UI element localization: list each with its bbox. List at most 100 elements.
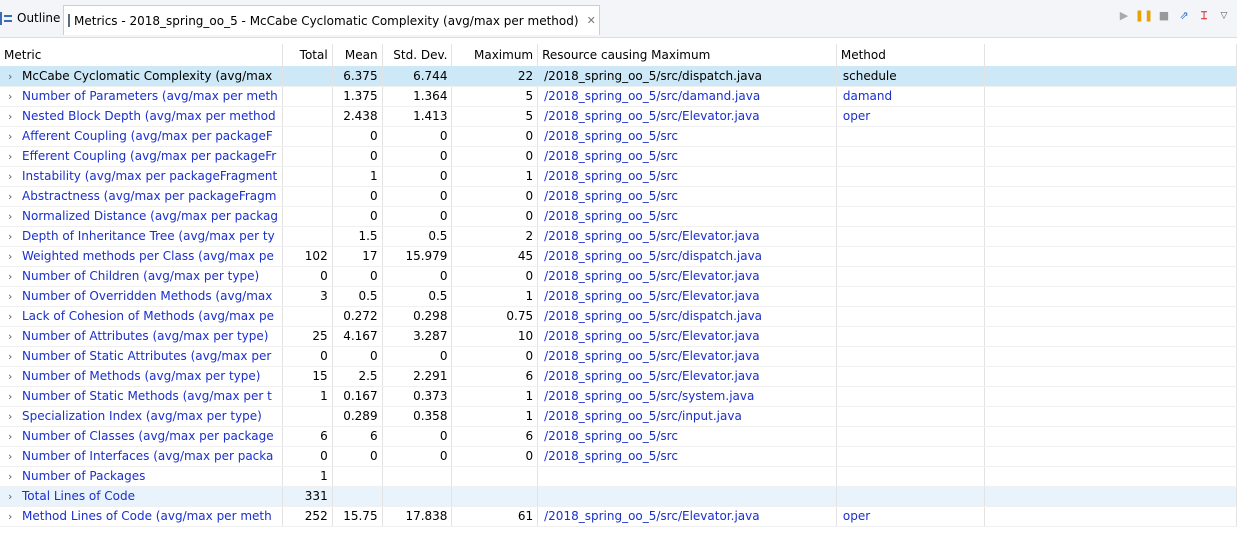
table-row[interactable]: › Number of Classes (avg/max per package 6… [0, 426, 1237, 447]
total-cell: 0 [282, 346, 333, 367]
chevron-right-icon[interactable]: › [8, 230, 22, 243]
close-icon[interactable]: ✕ [587, 14, 596, 27]
metric-cell: › Normalized Distance (avg/max per packag [0, 206, 283, 227]
chevron-right-icon[interactable]: › [8, 470, 22, 483]
tab-outline-label: Outline [17, 11, 61, 25]
maximum-cell: 2 [451, 226, 539, 247]
view-menu-icon[interactable]: ▽ [1217, 9, 1231, 23]
table-row[interactable]: › Number of Static Attributes (avg/max pe… [0, 346, 1237, 367]
chevron-right-icon[interactable]: › [8, 430, 22, 443]
filler-cell [984, 286, 1237, 307]
table-row[interactable]: › Number of Packages 1 [0, 466, 1237, 487]
chevron-right-icon[interactable]: › [8, 150, 22, 163]
resource-cell: /2018_spring_oo_5/src/dispatch.java [537, 306, 837, 327]
table-row[interactable]: › Instability (avg/max per packageFragmen… [0, 166, 1237, 187]
chevron-right-icon[interactable]: › [8, 330, 22, 343]
chevron-right-icon[interactable]: › [8, 130, 22, 143]
metrics-table: Metric Total Mean Std. Dev. Maximum Reso… [0, 44, 1237, 527]
export-icon[interactable]: ⇗ [1177, 9, 1191, 23]
chevron-right-icon[interactable]: › [8, 70, 22, 83]
chevron-right-icon[interactable]: › [8, 510, 22, 523]
column-header-std-dev[interactable]: Std. Dev. [382, 44, 453, 66]
table-row[interactable]: › McCabe Cyclomatic Complexity (avg/max 6.… [0, 66, 1237, 87]
table-row[interactable]: › Number of Overridden Methods (avg/max 3 0… [0, 286, 1237, 307]
mean-cell: 1.375 [332, 86, 383, 107]
std-dev-cell: 0 [382, 426, 453, 447]
table-row[interactable]: › Number of Static Methods (avg/max per t… [0, 386, 1237, 407]
resume-icon[interactable]: ▶ [1117, 9, 1131, 23]
resource-cell: /2018_spring_oo_5/src/Elevator.java [537, 366, 837, 387]
metric-label: Specialization Index (avg/max per type) [22, 409, 262, 423]
resource-cell: /2018_spring_oo_5/src [537, 446, 837, 467]
chevron-right-icon[interactable]: › [8, 310, 22, 323]
table-row[interactable]: › Afferent Coupling (avg/max per packageF… [0, 126, 1237, 147]
table-row[interactable]: › Depth of Inheritance Tree (avg/max per … [0, 226, 1237, 247]
table-row[interactable]: › Number of Attributes (avg/max per type)… [0, 326, 1237, 347]
chevron-right-icon[interactable]: › [8, 170, 22, 183]
chevron-right-icon[interactable]: › [8, 250, 22, 263]
chevron-right-icon[interactable]: › [8, 270, 22, 283]
metric-cell: › Depth of Inheritance Tree (avg/max per … [0, 226, 283, 247]
metric-cell: › Number of Static Attributes (avg/max pe… [0, 346, 283, 367]
table-row[interactable]: › Normalized Distance (avg/max per packag… [0, 206, 1237, 227]
filler-cell [984, 106, 1237, 127]
table-row[interactable]: › Efferent Coupling (avg/max per packageF… [0, 146, 1237, 167]
maximum-cell: 5 [451, 106, 539, 127]
filler-cell [984, 346, 1237, 367]
std-dev-cell: 0.5 [382, 226, 453, 247]
total-cell [282, 106, 333, 127]
total-cell [282, 186, 333, 207]
table-row[interactable]: › Number of Children (avg/max per type) 0 0… [0, 266, 1237, 287]
pause-icon[interactable]: ❚❚ [1135, 9, 1153, 23]
view-tab-bar: Outline Metrics - 2018_spring_oo_5 - McC… [0, 0, 1237, 38]
chevron-right-icon[interactable]: › [8, 390, 22, 403]
table-header: Metric Total Mean Std. Dev. Maximum Reso… [0, 44, 1237, 66]
chevron-right-icon[interactable]: › [8, 370, 22, 383]
method-cell [836, 266, 986, 287]
table-row[interactable]: › Number of Parameters (avg/max per meth 1… [0, 86, 1237, 107]
table-row[interactable]: › Weighted methods per Class (avg/max pe 1… [0, 246, 1237, 267]
column-header-mean[interactable]: Mean [332, 44, 383, 66]
column-header-total[interactable]: Total [282, 44, 333, 66]
stop-icon[interactable]: ■ [1157, 9, 1171, 23]
chevron-right-icon[interactable]: › [8, 410, 22, 423]
chevron-right-icon[interactable]: › [8, 190, 22, 203]
table-row[interactable]: › Method Lines of Code (avg/max per meth 2… [0, 506, 1237, 527]
table-row[interactable]: › Specialization Index (avg/max per type)… [0, 406, 1237, 427]
method-cell [836, 426, 986, 447]
layout-icon[interactable]: ⌶ [1197, 9, 1211, 23]
column-header-metric[interactable]: Metric [0, 44, 283, 66]
column-header-resource[interactable]: Resource causing Maximum [537, 44, 837, 66]
tab-outline[interactable]: Outline [0, 5, 66, 31]
filler-cell [984, 446, 1237, 467]
chevron-right-icon[interactable]: › [8, 110, 22, 123]
total-cell [282, 406, 333, 427]
chevron-right-icon[interactable]: › [8, 350, 22, 363]
table-row[interactable]: › Total Lines of Code 331 [0, 486, 1237, 507]
table-row[interactable]: › Abstractness (avg/max per packageFragm 0… [0, 186, 1237, 207]
metric-label: Nested Block Depth (avg/max per method [22, 109, 276, 123]
column-header-maximum[interactable]: Maximum [451, 44, 539, 66]
metric-label: Number of Interfaces (avg/max per packa [22, 449, 274, 463]
column-header-method[interactable]: Method [836, 44, 986, 66]
tab-metrics[interactable]: Metrics - 2018_spring_oo_5 - McCabe Cycl… [63, 5, 600, 35]
table-row[interactable]: › Lack of Cohesion of Methods (avg/max pe… [0, 306, 1237, 327]
chevron-right-icon[interactable]: › [8, 290, 22, 303]
chevron-right-icon[interactable]: › [8, 90, 22, 103]
table-row[interactable]: › Number of Interfaces (avg/max per packa… [0, 446, 1237, 467]
std-dev-cell: 17.838 [382, 506, 453, 527]
metric-cell: › McCabe Cyclomatic Complexity (avg/max [0, 66, 283, 87]
total-cell: 6 [282, 426, 333, 447]
mean-cell: 2.438 [332, 106, 383, 127]
method-cell: oper [836, 506, 986, 527]
std-dev-cell: 6.744 [382, 66, 453, 87]
chevron-right-icon[interactable]: › [8, 210, 22, 223]
chevron-right-icon[interactable]: › [8, 450, 22, 463]
std-dev-cell [382, 486, 453, 507]
table-row[interactable]: › Number of Methods (avg/max per type) 15 2… [0, 366, 1237, 387]
metric-cell: › Total Lines of Code [0, 486, 283, 507]
metric-cell: › Number of Static Methods (avg/max per t [0, 386, 283, 407]
table-row[interactable]: › Nested Block Depth (avg/max per method 2… [0, 106, 1237, 127]
mean-cell: 15.75 [332, 506, 383, 527]
chevron-right-icon[interactable]: › [8, 490, 22, 503]
